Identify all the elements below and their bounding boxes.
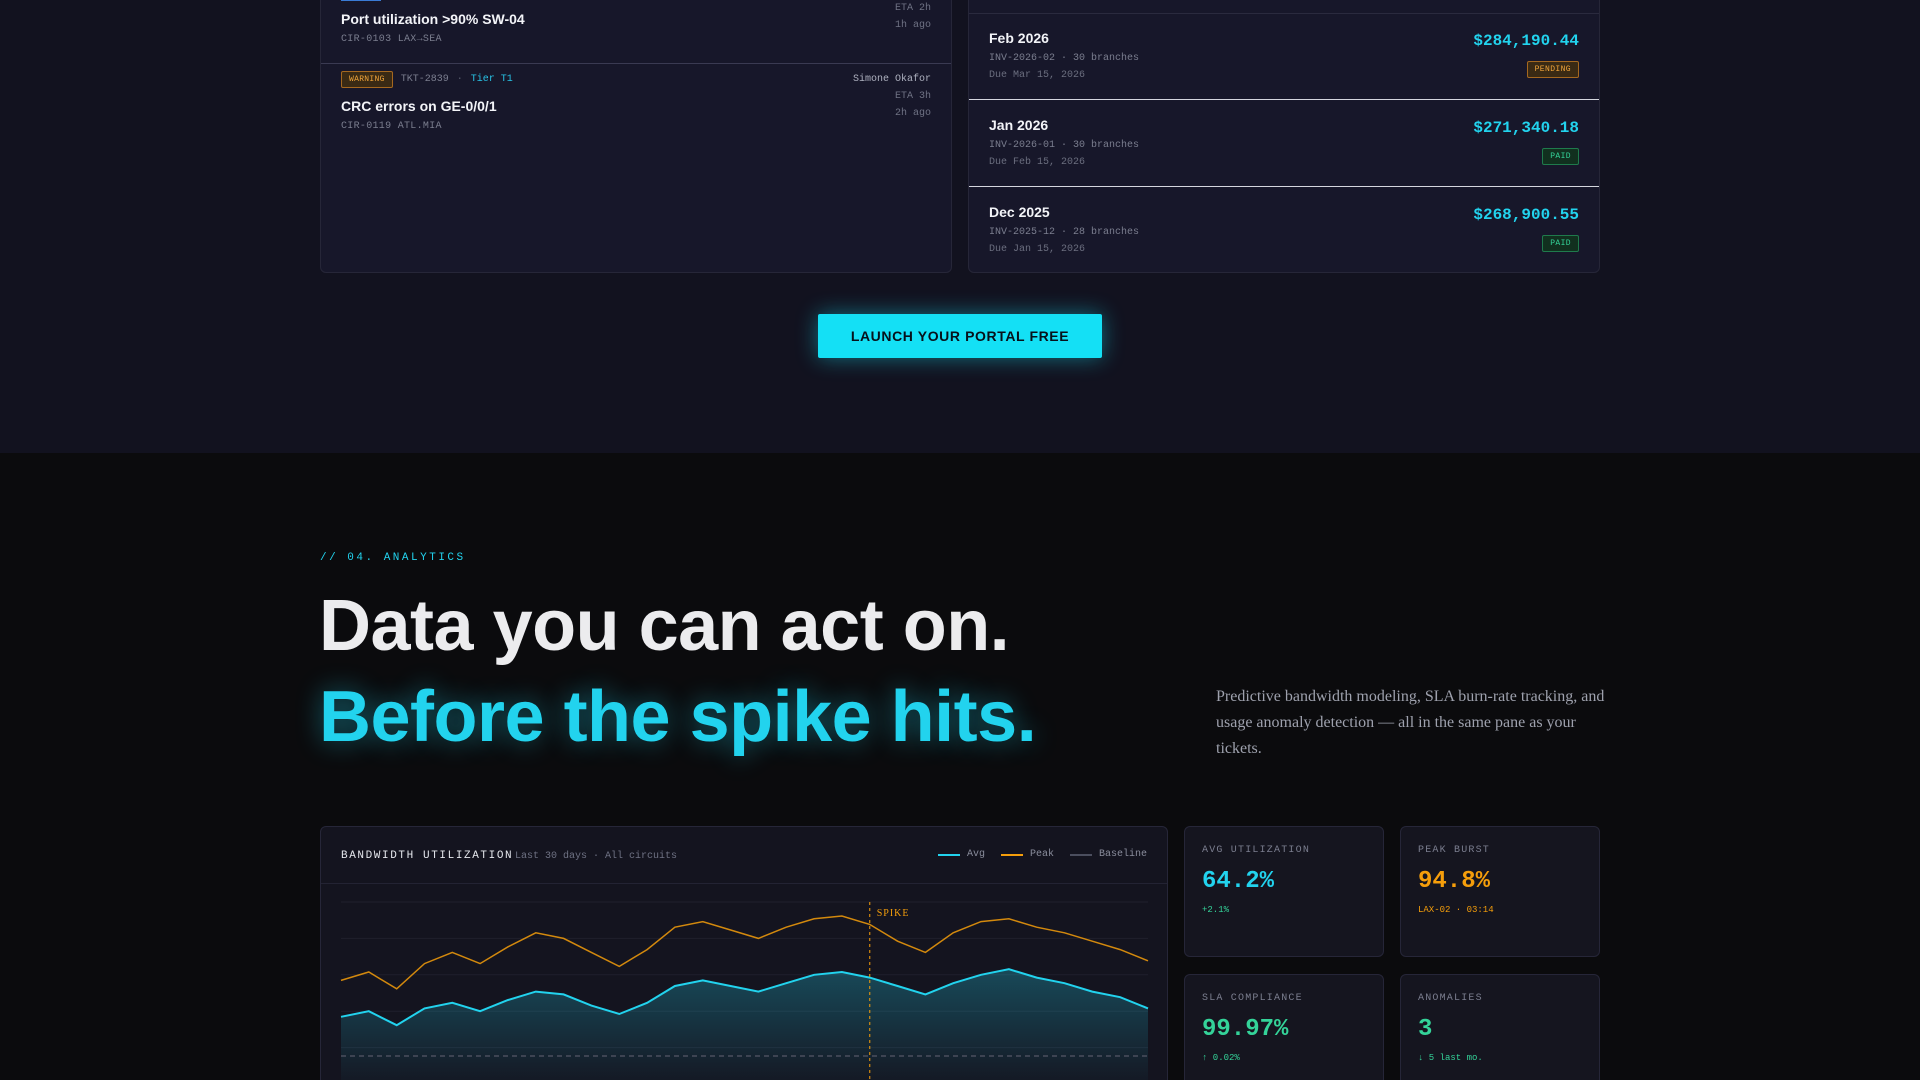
ticket-circuit: CIR-0103 LAX→SEA [341,34,442,45]
legend-label-avg: Avg [966,849,985,860]
tickets-panel: Port utilization >90% SW-04 CIR-0103 LAX… [320,0,952,273]
ticket-priority-stripe [341,0,381,1]
kpi-label: ANOMALIES [1418,993,1483,1004]
invoice-status-badge: PAID [1542,148,1579,165]
invoice-due-date: Due Jan 15, 2026 [989,244,1086,255]
legend-swatch-baseline [1069,853,1092,856]
headline-primary: Data you can act on. [319,586,1010,666]
invoice-meta: INV-2026-01 · 30 branches [989,140,1140,151]
invoice-month: Jan 2026 [989,117,1049,133]
kpi-value: 99.97% [1202,1016,1289,1043]
legend-label-baseline: Baseline [1098,849,1147,860]
bandwidth-line-chart: SPIKEFeb 1Feb 8Feb 15Feb 22Feb 28 [340,901,1149,1080]
kpi-value: 3 [1418,1016,1433,1043]
headline-accent: Before the spike hits. [319,677,1037,757]
ticket-tier: Tier T1 [470,74,513,85]
invoice-meta: INV-2026-02 · 30 branches [989,53,1140,64]
kpi-card-peak-burst: PEAK BURST 94.8% LAX-02 · 03:14 [1400,826,1600,957]
invoice-row[interactable]: Feb 2026 INV-2026-02 · 30 branches Due M… [969,13,1599,100]
ticket-title: Port utilization >90% SW-04 [341,11,525,27]
top-section: Port utilization >90% SW-04 CIR-0103 LAX… [0,0,1920,453]
ticket-eta: ETA 3h [894,91,931,102]
ticket-assignee: Simone Okafor [852,74,931,85]
launch-portal-button[interactable]: LAUNCH YOUR PORTAL FREE [818,314,1102,358]
invoice-row[interactable]: Dec 2025 INV-2025-12 · 28 branches Due J… [969,187,1599,272]
kpi-value: 64.2% [1202,868,1275,895]
severity-badge: WARNING [341,71,393,88]
ticket-eta: ETA 2h [894,3,931,14]
kpi-label: SLA COMPLIANCE [1202,993,1303,1004]
kpi-card-sla-compliance: SLA COMPLIANCE 99.97% ↑ 0.02% [1184,974,1384,1080]
ticket-meta: Simone Okafor ETA 3h 2h ago [853,71,931,122]
kpi-delta: LAX-02 · 03:14 [1418,905,1494,915]
ticket-row[interactable]: WARNING TKT-2839 · Tier T1 CRC errors on… [321,64,951,164]
ticket-tags: WARNING TKT-2839 · Tier T1 [341,71,513,88]
invoice-due-date: Due Mar 15, 2026 [989,70,1086,81]
separator-dot: · [456,74,463,85]
spike-label: SPIKE [877,908,910,919]
legend-item-avg[interactable]: Avg [937,849,985,860]
ticket-circuit: CIR-0119 ATL.MIA [341,121,442,132]
legend-item-baseline[interactable]: Baseline [1069,849,1147,860]
invoice-amount: $284,190.44 [1473,32,1579,50]
ticket-row[interactable]: Port utilization >90% SW-04 CIR-0103 LAX… [321,0,951,64]
invoice-due-date: Due Feb 15, 2026 [989,157,1086,168]
invoices-panel: Feb 2026 INV-2026-02 · 30 branches Due M… [968,0,1600,273]
kpi-card-anomalies: ANOMALIES 3 ↓ 5 last mo. [1400,974,1600,1080]
section-tag: // 04. ANALYTICS [320,552,466,564]
invoice-status-badge: PAID [1542,235,1579,252]
kpi-label: PEAK BURST [1418,845,1491,856]
legend-label-peak: Peak [1029,849,1054,860]
invoice-meta: INV-2025-12 · 28 branches [989,227,1140,238]
invoice-amount: $268,900.55 [1473,206,1579,224]
ticket-title: CRC errors on GE-0/0/1 [341,98,497,114]
bandwidth-chart-card: BANDWIDTH UTILIZATION Last 30 days · All… [320,826,1168,1080]
kpi-value: 94.8% [1418,868,1491,895]
invoice-month: Dec 2025 [989,204,1050,220]
kpi-delta: +2.1% [1202,905,1230,915]
chart-title: BANDWIDTH UTILIZATION [341,850,514,862]
invoice-status-badge: PENDING [1526,61,1579,78]
chart-header: BANDWIDTH UTILIZATION Last 30 days · All… [321,827,1167,884]
legend-item-peak[interactable]: Peak [1000,849,1054,860]
invoice-row[interactable]: Jan 2026 INV-2026-01 · 30 branches Due F… [969,100,1599,187]
legend-swatch-peak [1000,853,1023,856]
ticket-id: TKT-2839 [400,74,449,85]
kpi-delta: ↓ 5 last mo. [1418,1053,1483,1063]
legend-swatch-avg [937,853,960,856]
invoice-month: Feb 2026 [989,30,1049,46]
invoice-amount: $271,340.18 [1473,119,1579,137]
avg-area [341,969,1148,1080]
chart-subtitle: Last 30 days · All circuits [515,851,678,862]
chart-legend: Avg Peak Baseline [937,849,1147,860]
ticket-age: 1h ago [894,20,931,31]
kpi-delta: ↑ 0.02% [1202,1053,1240,1063]
section-description: Predictive bandwidth modeling, SLA burn-… [1216,688,1605,757]
ticket-age: 2h ago [894,108,931,119]
ticket-meta: ETA 2h 1h ago [895,0,931,34]
kpi-label: AVG UTILIZATION [1202,845,1311,856]
kpi-card-avg-utilization: AVG UTILIZATION 64.2% +2.1% [1184,826,1384,957]
